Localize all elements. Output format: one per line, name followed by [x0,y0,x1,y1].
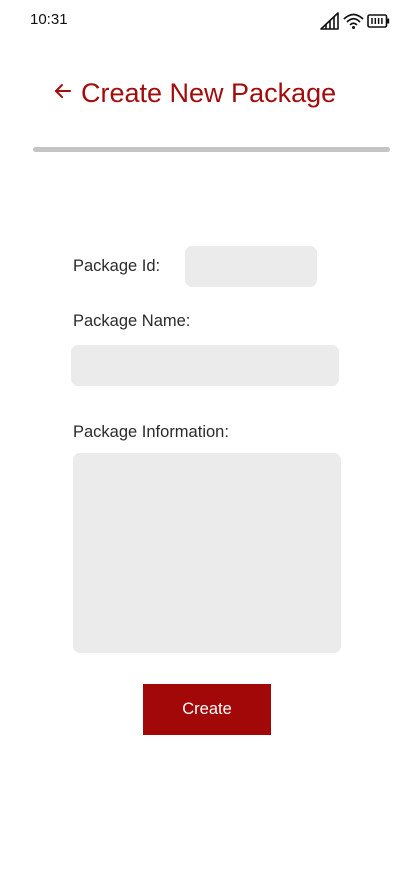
package-id-input[interactable] [185,246,317,287]
header-divider [33,147,390,152]
page-title: Create New Package [81,78,337,108]
signal-icon [320,12,340,30]
wifi-icon [343,12,364,30]
status-time: 10:31 [30,11,68,28]
package-name-label: Package Name: [73,312,191,330]
package-name-input[interactable] [71,345,339,386]
arrow-left-icon[interactable] [53,81,73,106]
package-id-label: Package Id: [73,257,161,275]
create-button[interactable]: Create [143,684,271,735]
page-header: Create New Package [53,78,336,109]
package-information-label: Package Information: [73,423,229,441]
battery-icon [367,12,390,30]
package-information-textarea[interactable] [73,453,341,653]
status-icons [320,12,390,30]
